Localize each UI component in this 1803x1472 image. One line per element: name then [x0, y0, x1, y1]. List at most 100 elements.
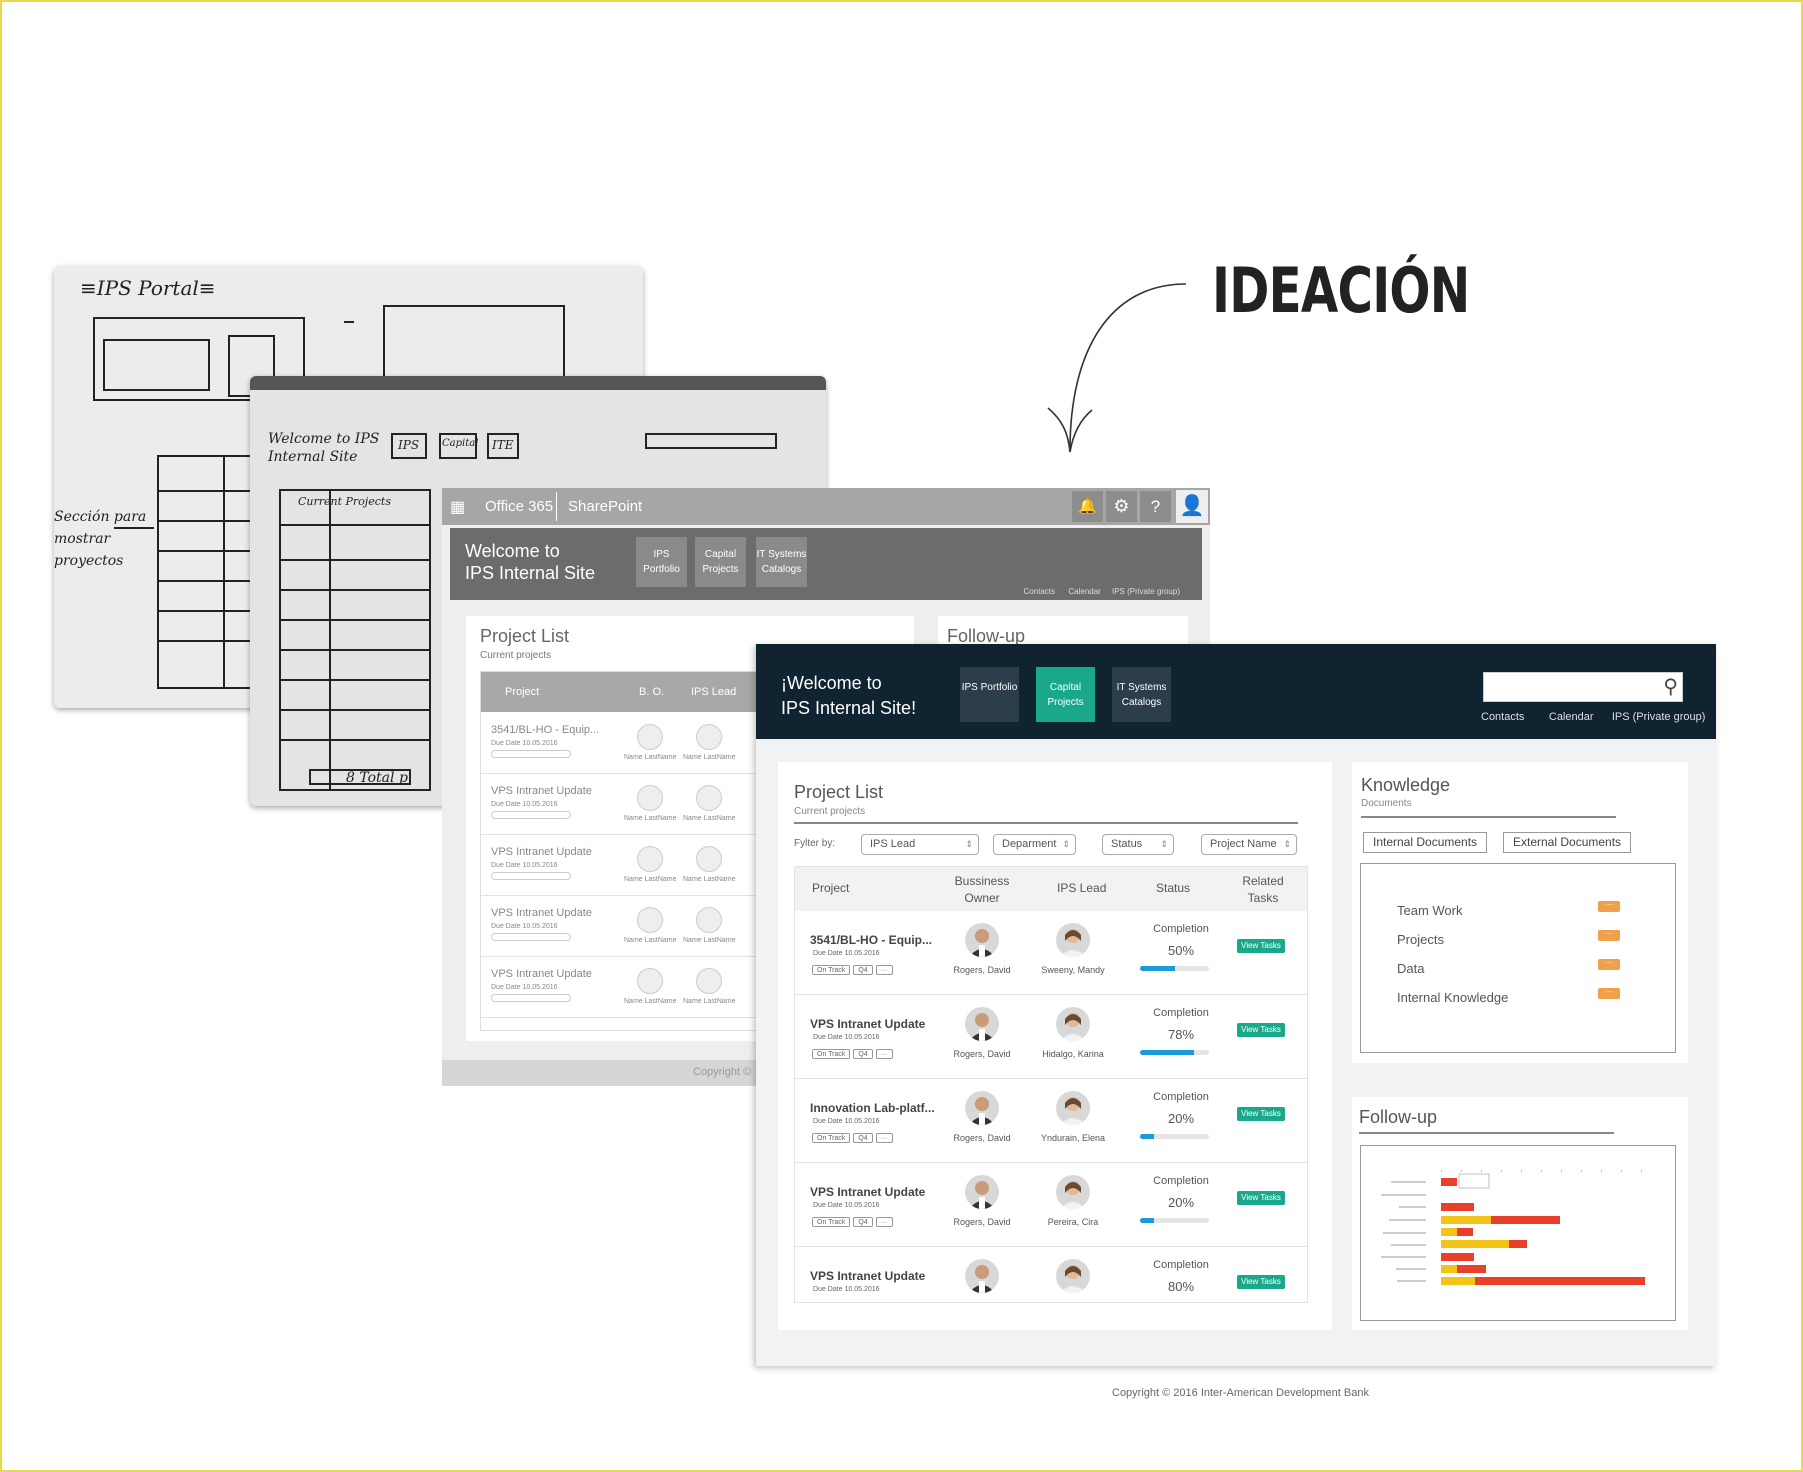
quarter-tag: Q4 [853, 965, 873, 975]
project-list-subtitle: Current projects [794, 806, 866, 817]
knowledge-item[interactable]: Internal Knowledge ··· [1361, 987, 1677, 1010]
link-private-group[interactable]: IPS (Private group) [1112, 587, 1180, 596]
gray-copyright: Copyright © [693, 1066, 752, 1078]
app-launcher-icon[interactable]: ▦ [450, 497, 465, 517]
lead-name: Name LastName [683, 815, 736, 822]
sketch-current-projects: Current Projects [298, 495, 391, 508]
knowledge-item-label[interactable]: Internal Knowledge [1397, 990, 1508, 1005]
knowledge-item-label[interactable]: Projects [1397, 932, 1444, 947]
project-name[interactable]: VPS Intranet Update [810, 1185, 925, 1199]
row-tags: On Track Q4 ··· [812, 965, 896, 983]
tab-internal-documents[interactable]: Internal Documents [1363, 832, 1488, 853]
project-table: Project Bussiness Owner IPS Lead Status … [794, 866, 1308, 1303]
table-row[interactable]: 3541/BL-HO - Equip... Due Date 10.05.2016… [795, 911, 1307, 995]
table-row[interactable]: Innovation Lab-platf... Due Date 10.05.20… [795, 1079, 1307, 1163]
office-topbar: ▦ Office 365 SharePoint 🔔 ⚙ ? 👤 [442, 488, 1210, 525]
title-underline [1359, 1132, 1614, 1134]
bell-icon[interactable]: 🔔 [1072, 491, 1103, 522]
knowledge-list: Team Work ··· Projects ··· Data ··· Internal K… [1360, 863, 1676, 1053]
project-name[interactable]: Innovation Lab-platf... [810, 1101, 935, 1115]
more-options-button[interactable]: ··· [1598, 900, 1620, 912]
view-tasks-button[interactable]: View Tasks [1237, 1107, 1285, 1121]
filter-status[interactable]: Status [1102, 834, 1174, 855]
project-name: VPS Intranet Update [491, 785, 592, 797]
more-options-button[interactable]: ··· [1598, 987, 1620, 999]
owner-name: Rogers, David [953, 1217, 1011, 1227]
col-project: Project [812, 881, 850, 895]
lead-name: Name LastName [683, 998, 736, 1005]
search-box[interactable]: ⚲ [1483, 672, 1683, 702]
knowledge-item-label[interactable]: Team Work [1397, 903, 1463, 918]
nav-it-systems[interactable]: IT Systems Catalogs [1112, 667, 1171, 722]
gray-links: Contacts Calendar IPS (Private group) [1023, 587, 1180, 596]
curved-arrow-icon [1047, 283, 1187, 453]
progress-bar [1140, 1050, 1209, 1055]
link-calendar[interactable]: Calendar [1549, 711, 1594, 723]
search-icon[interactable]: ⚲ [1663, 674, 1678, 699]
more-tag[interactable]: ··· [875, 1217, 893, 1227]
project-name: 3541/BL-HO - Equip... [491, 724, 600, 736]
status-tag: On Track [812, 1133, 851, 1143]
view-tasks-button[interactable]: View Tasks [1237, 1023, 1285, 1037]
project-name[interactable]: VPS Intranet Update [810, 1017, 925, 1031]
link-private-group[interactable]: IPS (Private group) [1612, 711, 1706, 723]
more-options-button[interactable]: ··· [1598, 958, 1620, 970]
link-contacts[interactable]: Contacts [1481, 711, 1524, 723]
view-tasks-button[interactable]: View Tasks [1237, 1191, 1285, 1205]
lead-name: Name LastName [683, 754, 736, 761]
nav-capital-projects[interactable]: Capital Projects [695, 537, 746, 587]
more-tag[interactable]: ··· [875, 1049, 893, 1059]
topbar-divider [556, 492, 557, 521]
view-tasks-button[interactable]: View Tasks [1237, 939, 1285, 953]
table-row[interactable]: VPS Intranet Update Due Date 10.05.2016 On… [795, 1163, 1307, 1247]
filter-ips-lead[interactable]: IPS Lead [861, 834, 979, 855]
knowledge-item[interactable]: Projects ··· [1361, 929, 1677, 952]
knowledge-item-label[interactable]: Data [1397, 961, 1424, 976]
user-avatar-icon[interactable]: 👤 [1176, 490, 1208, 523]
status-tag: On Track [812, 1049, 851, 1059]
completion-label: Completion [1153, 1259, 1209, 1271]
nav-it-systems[interactable]: IT Systems Catalogs [756, 537, 807, 587]
more-options-button[interactable]: ··· [1598, 929, 1620, 941]
quarter-tag: Q4 [853, 1133, 873, 1143]
lead-avatar [696, 724, 722, 750]
knowledge-item[interactable]: Data ··· [1361, 958, 1677, 981]
help-icon[interactable]: ? [1140, 491, 1171, 522]
completion-value: 20% [1167, 1195, 1195, 1210]
row-tags [491, 933, 571, 941]
gear-icon[interactable]: ⚙ [1106, 491, 1137, 522]
knowledge-item[interactable]: Team Work ··· [1361, 900, 1677, 923]
owner-name: Rogers, David [953, 965, 1011, 975]
sharepoint-label[interactable]: SharePoint [568, 498, 642, 515]
project-name: VPS Intranet Update [491, 968, 592, 980]
owner-avatar [965, 1259, 999, 1293]
table-row[interactable]: VPS Intranet Update Due Date 10.05.2016 On… [795, 995, 1307, 1079]
sketch-btn-capital: Capital [442, 438, 479, 449]
welcome-line2: IPS Internal Site! [781, 698, 917, 718]
owner-avatar [965, 1007, 999, 1041]
nav-ips-portfolio[interactable]: IPS Portfolio [960, 667, 1019, 722]
filter-department[interactable]: Deparment [993, 834, 1076, 855]
search-input[interactable] [1484, 673, 1654, 701]
followup-title: Follow-up [1359, 1107, 1438, 1127]
nav-capital-projects[interactable]: Capital Projects [1036, 667, 1095, 722]
col-related-tasks: Related Tasks [1242, 874, 1284, 905]
tab-external-documents[interactable]: External Documents [1503, 832, 1632, 853]
filter-label: Fylter by: [794, 838, 836, 849]
link-calendar[interactable]: Calendar [1068, 587, 1100, 596]
link-contacts[interactable]: Contacts [1023, 587, 1055, 596]
project-name[interactable]: 3541/BL-HO - Equip... [810, 933, 932, 947]
progress-fill [1140, 966, 1175, 971]
bo-avatar [637, 846, 663, 872]
gantt-bars [1381, 1170, 1645, 1285]
more-tag[interactable]: ··· [875, 965, 893, 975]
progress-bar [1140, 1134, 1209, 1139]
project-name[interactable]: VPS Intranet Update [810, 1269, 925, 1283]
nav-ips-portfolio[interactable]: IPS Portfolio [636, 537, 687, 587]
ideacion-heading: IDEACIÓN [1212, 254, 1470, 327]
table-row[interactable]: VPS Intranet Update Due Date 10.05.2016 Co… [795, 1247, 1307, 1302]
office-label[interactable]: Office 365 [485, 498, 553, 515]
filter-project-name[interactable]: Project Name [1201, 834, 1297, 855]
view-tasks-button[interactable]: View Tasks [1237, 1275, 1285, 1289]
more-tag[interactable]: ··· [875, 1133, 893, 1143]
